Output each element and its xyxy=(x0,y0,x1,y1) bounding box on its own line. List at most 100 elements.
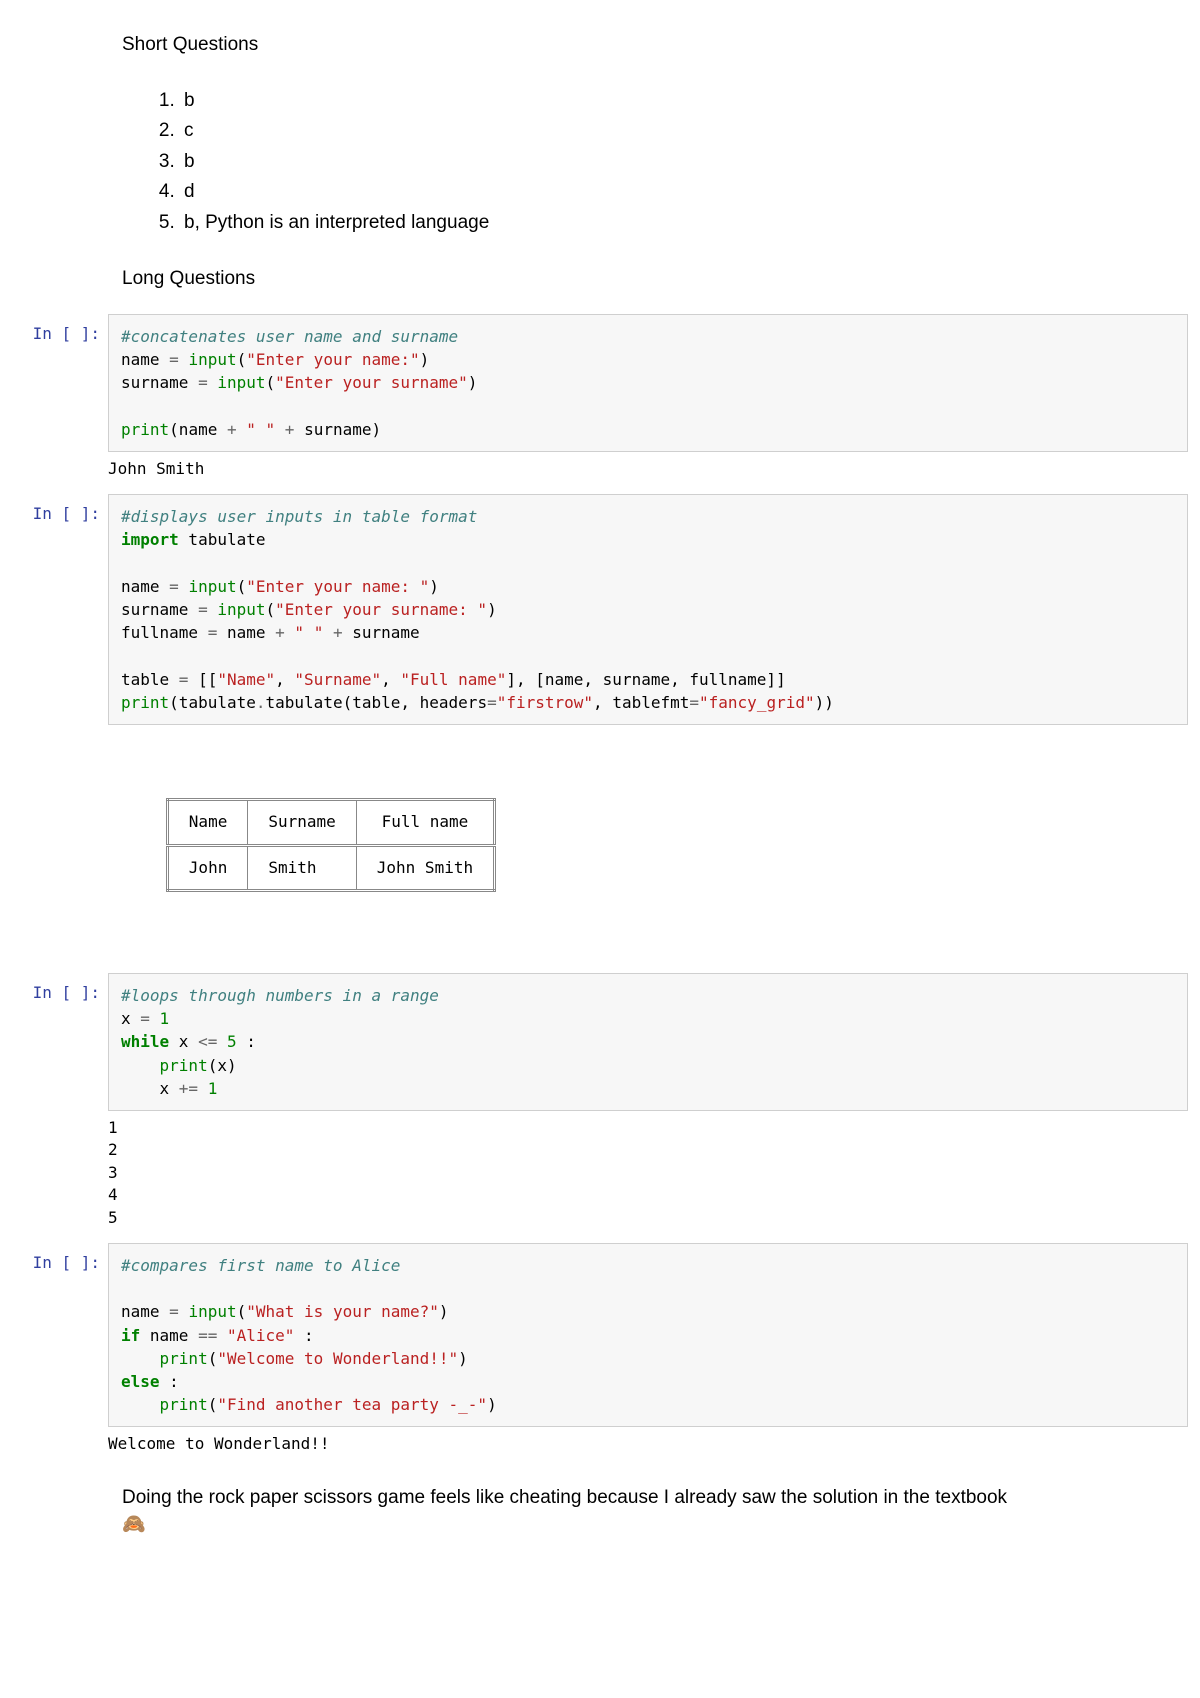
code-token: if xyxy=(121,1326,140,1345)
code-token: ) xyxy=(439,1302,449,1321)
code-token: surname xyxy=(343,623,420,642)
output-table: Name Surname Full name John Smith John S… xyxy=(166,798,496,892)
author-note: Doing the rock paper scissors game feels… xyxy=(122,1484,1188,1539)
code-token: "Enter your name: " xyxy=(246,577,429,596)
output-cell: Welcome to Wonderland!! xyxy=(0,1427,1200,1469)
code-comment: #concatenates user name and surname xyxy=(121,327,458,346)
code-token: "Enter your surname: " xyxy=(275,600,487,619)
table-cell: John xyxy=(167,845,248,890)
code-token: surname xyxy=(121,373,198,392)
notebook-page: Short Questions b c b d b, Python is an … xyxy=(0,0,1200,1585)
code-token: while xyxy=(121,1032,169,1051)
code-token: ) xyxy=(458,1349,468,1368)
see-no-evil-monkey-icon: 🙈 xyxy=(122,1514,146,1535)
code-token: surname xyxy=(121,600,198,619)
code-token: "Surname" xyxy=(294,670,381,689)
code-comment: #loops through numbers in a range xyxy=(121,986,439,1005)
code-token: )) xyxy=(815,693,834,712)
table-cell: Smith xyxy=(248,845,356,890)
code-token: : xyxy=(160,1372,179,1391)
code-input[interactable]: #concatenates user name and surname name… xyxy=(108,314,1188,452)
code-token xyxy=(150,1009,160,1028)
list-item: d xyxy=(180,177,1200,207)
code-token xyxy=(237,420,247,439)
code-token: , xyxy=(275,670,294,689)
code-token: print xyxy=(121,1349,208,1368)
code-token: ( xyxy=(266,600,276,619)
code-token: . xyxy=(256,693,266,712)
code-token: else xyxy=(121,1372,160,1391)
code-token: (tabulate xyxy=(169,693,256,712)
cell-output: Welcome to Wonderland!! xyxy=(108,1427,1200,1469)
code-token: ) xyxy=(487,600,497,619)
code-token: <= xyxy=(198,1032,217,1051)
code-token: (x) xyxy=(208,1056,237,1075)
code-token: : xyxy=(294,1326,313,1345)
code-token: print xyxy=(121,693,169,712)
table-cell: John Smith xyxy=(356,845,494,890)
code-input[interactable]: #loops through numbers in a range x = 1 … xyxy=(108,973,1188,1111)
code-token: table xyxy=(121,670,179,689)
list-item: b xyxy=(180,147,1200,177)
code-token: ) xyxy=(487,1395,497,1414)
code-cell[interactable]: In [ ]: #concatenates user name and surn… xyxy=(0,314,1200,452)
code-token: ) xyxy=(429,577,439,596)
code-token: input xyxy=(179,350,237,369)
code-token: input xyxy=(208,600,266,619)
short-answers-list: b c b d b, Python is an interpreted lang… xyxy=(162,86,1200,238)
code-input[interactable]: #displays user inputs in table format im… xyxy=(108,494,1188,725)
table-header: Full name xyxy=(356,800,494,845)
code-token xyxy=(217,1032,227,1051)
code-token: " " xyxy=(294,623,323,642)
code-token: = xyxy=(169,350,179,369)
code-token: name xyxy=(140,1326,198,1345)
output-cell: 1 2 3 4 5 xyxy=(0,1111,1200,1243)
code-token: name xyxy=(217,623,275,642)
code-token: = xyxy=(208,623,218,642)
code-token: input xyxy=(179,577,237,596)
code-token xyxy=(285,623,295,642)
code-token: import xyxy=(121,530,179,549)
code-token: = xyxy=(487,693,497,712)
code-token: "Welcome to Wonderland!!" xyxy=(217,1349,458,1368)
code-cell[interactable]: In [ ]: #compares first name to Alice na… xyxy=(0,1243,1200,1427)
code-token: " " xyxy=(246,420,275,439)
code-token: = xyxy=(198,373,208,392)
code-input[interactable]: #compares first name to Alice name = inp… xyxy=(108,1243,1188,1427)
code-token: ], [name, surname, fullname]] xyxy=(506,670,785,689)
code-comment: #displays user inputs in table format xyxy=(121,507,477,526)
code-token: "fancy_grid" xyxy=(699,693,815,712)
code-comment: #compares first name to Alice xyxy=(121,1256,400,1275)
code-token: = xyxy=(689,693,699,712)
code-token: fullname xyxy=(121,623,208,642)
long-questions-heading: Long Questions xyxy=(122,268,1200,290)
table-row: John Smith John Smith xyxy=(167,845,494,890)
code-token: ) xyxy=(420,350,430,369)
list-item: b xyxy=(180,86,1200,116)
code-token: = xyxy=(169,1302,179,1321)
code-token: print xyxy=(121,420,169,439)
code-token: = xyxy=(140,1009,150,1028)
code-token: , tablefmt xyxy=(593,693,689,712)
code-token xyxy=(323,623,333,642)
list-item: c xyxy=(180,116,1200,146)
code-token: "firstrow" xyxy=(497,693,593,712)
code-cell[interactable]: In [ ]: #loops through numbers in a rang… xyxy=(0,973,1200,1111)
code-token: (name xyxy=(169,420,227,439)
code-token xyxy=(217,1326,227,1345)
code-token: = xyxy=(169,577,179,596)
code-token: x xyxy=(121,1079,179,1098)
input-prompt: In [ ]: xyxy=(0,973,108,1111)
code-token: : xyxy=(237,1032,256,1051)
code-cell[interactable]: In [ ]: #displays user inputs in table f… xyxy=(0,494,1200,725)
input-prompt: In [ ]: xyxy=(0,314,108,452)
output-cell: Name Surname Full name John Smith John S… xyxy=(0,725,1200,973)
code-token: ( xyxy=(237,1302,247,1321)
code-token: "Name" xyxy=(217,670,275,689)
cell-output: 1 2 3 4 5 xyxy=(108,1111,1200,1243)
code-token: ( xyxy=(237,350,247,369)
code-token: tabulate xyxy=(179,530,266,549)
code-token: + xyxy=(227,420,237,439)
code-token: == xyxy=(198,1326,217,1345)
code-token: "Enter your surname" xyxy=(275,373,468,392)
